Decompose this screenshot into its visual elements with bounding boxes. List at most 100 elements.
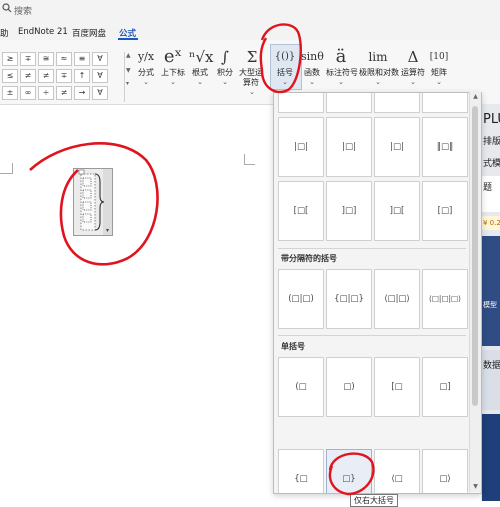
radical-button[interactable]: ⁿ√x 根式 ⌄ — [189, 46, 214, 86]
tab-endnote[interactable]: EndNote 21 — [18, 27, 68, 37]
function-button[interactable]: sinθ 函数 ⌄ — [301, 46, 324, 86]
side-panel-image — [482, 236, 500, 346]
side-panel-image — [482, 414, 500, 501]
radical-icon: ⁿ√x — [189, 48, 214, 66]
matrix-button[interactable]: [10] 矩阵 ⌄ — [429, 46, 449, 86]
bracket-tile[interactable]: [□ — [374, 357, 420, 417]
bracket-tile[interactable]: |□| — [278, 117, 324, 177]
symbol-cell[interactable]: ≠ — [20, 69, 36, 83]
symbol-cell[interactable]: ≡ — [74, 52, 90, 66]
bracket-tile[interactable]: |□| — [374, 117, 420, 177]
symbol-gallery: ≥ ∓ ≅ ≈ ≡ ∀ ≤ ≠ ≠ ∓ ↑ ∀ ± ∞ ÷ ≠ → ∀ — [2, 52, 112, 104]
matrix-icon: [10] — [429, 52, 449, 62]
chevron-down-icon: ⌄ — [436, 78, 442, 86]
chevron-down-icon: ⌄ — [410, 78, 416, 86]
scroll-thumb[interactable] — [472, 106, 478, 406]
bracket-gallery: |□| |□| |□| ‖□‖ [□[ ]□] ]□[ [□] 带分隔符的括号 … — [273, 92, 482, 494]
price-text: ¥ 0.2 — [483, 219, 500, 227]
chevron-down-icon: ⌄ — [143, 78, 149, 86]
tab-help[interactable]: 助 — [0, 27, 9, 39]
bracket-tile[interactable]: [□[ — [278, 181, 324, 241]
margin-mark — [244, 154, 255, 165]
search-icon[interactable] — [2, 3, 12, 13]
chevron-down-icon: ⌄ — [309, 78, 315, 86]
symbol-cell[interactable]: ∀ — [92, 69, 108, 83]
svg-text:▾: ▾ — [106, 227, 109, 234]
title-bar: 搜索 — [0, 0, 500, 20]
symbol-cell[interactable]: ≤ — [2, 69, 18, 83]
bracket-tile[interactable]: ⟨□|□⟩ — [374, 269, 420, 329]
symbol-cell[interactable]: ∓ — [56, 69, 72, 83]
margin-mark — [0, 163, 13, 174]
operator-button[interactable]: Δ 运算符 ⌄ — [400, 46, 426, 86]
fraction-button[interactable]: y/x 分式 ⌄ — [136, 46, 156, 86]
symbol-cell[interactable]: ↑ — [74, 69, 90, 83]
accent-button[interactable]: ä 标注符号 ⌄ — [326, 46, 358, 86]
bracket-tile[interactable] — [422, 93, 468, 113]
side-panel-text: 排版工 — [483, 137, 500, 147]
bracket-tile[interactable]: {□|□} — [326, 269, 372, 329]
integral-button[interactable]: ∫ 积分 ⌄ — [215, 46, 235, 86]
tab-baidu-netdisk[interactable]: 百度网盘 — [72, 27, 106, 39]
symbol-cell[interactable]: ∓ — [20, 52, 36, 66]
large-operator-button[interactable]: Σ 大型运算符 ⌄ — [238, 46, 266, 96]
bracket-icon: {()} — [274, 51, 296, 62]
bracket-button[interactable]: {()} 括号 ⌄ — [271, 46, 299, 86]
search-input[interactable]: 搜索 — [14, 4, 32, 17]
side-panel-text: PLU — [483, 112, 500, 127]
symbol-cell[interactable]: ∞ — [20, 86, 36, 100]
bracket-tile[interactable] — [326, 93, 372, 113]
sigma-icon: Σ — [246, 48, 258, 66]
symbol-cell[interactable]: → — [74, 86, 90, 100]
bracket-tile[interactable]: ⟨□ — [374, 449, 420, 493]
bracket-tile[interactable] — [374, 93, 420, 113]
brace-equation: ▾ — [73, 168, 113, 236]
chevron-down-icon: ⌄ — [249, 88, 255, 96]
section-divider — [278, 248, 466, 249]
symbol-scroll[interactable]: ▲ ▼ ▾ — [124, 52, 133, 102]
script-button[interactable]: eˣ 上下标 ⌄ — [160, 46, 186, 86]
bracket-tile[interactable]: [□] — [422, 181, 468, 241]
limit-log-button[interactable]: lim 极限和对数 ⌄ — [359, 46, 399, 86]
accent-icon: ä — [335, 46, 347, 67]
bracket-tile[interactable] — [278, 93, 324, 113]
symbol-cell[interactable]: ± — [2, 86, 18, 100]
bracket-tile[interactable]: (□ — [278, 357, 324, 417]
symbol-cell[interactable]: ÷ — [38, 86, 54, 100]
bracket-tile[interactable]: ⟨□|□|□⟩ — [422, 269, 468, 329]
bracket-tile[interactable]: (□|□) — [278, 269, 324, 329]
scroll-down-arrow-icon[interactable]: ▼ — [470, 482, 481, 492]
symbol-cell[interactable]: ≅ — [38, 52, 54, 66]
section-header-separator-brackets: 带分隔符的括号 — [281, 254, 337, 263]
symbol-cell[interactable]: ∀ — [92, 52, 108, 66]
bracket-tile[interactable]: ‖□‖ — [422, 117, 468, 177]
fraction-icon: y/x — [137, 50, 155, 63]
chevron-down-icon: ⌄ — [338, 78, 344, 86]
menu-bar: 助 EndNote 21 百度网盘 公式 — [0, 20, 500, 40]
side-panel-text: 模型 — [483, 301, 497, 309]
symbol-cell[interactable]: ∀ — [92, 86, 108, 100]
bracket-tile[interactable]: ]□[ — [374, 181, 420, 241]
scroll-up-arrow-icon[interactable]: ▲ — [470, 92, 481, 102]
symbol-cell[interactable]: ≠ — [38, 69, 54, 83]
bracket-tile-right-brace[interactable]: □} — [326, 449, 372, 493]
bracket-tile[interactable]: □) — [326, 357, 372, 417]
chevron-down-icon: ⌄ — [282, 78, 288, 86]
symbol-cell[interactable]: ≈ — [56, 52, 72, 66]
equation-object[interactable]: ▾ — [73, 168, 113, 236]
limit-icon: lim — [368, 50, 388, 64]
bracket-tile[interactable]: |□| — [326, 117, 372, 177]
section-header-single-brackets: 单括号 — [281, 342, 305, 351]
function-icon: sinθ — [301, 50, 324, 63]
symbol-cell[interactable]: ≥ — [2, 52, 18, 66]
chevron-down-icon: ⌄ — [375, 78, 381, 86]
side-panel-text: 题 — [483, 183, 493, 193]
side-panel-text: 数据 — [483, 361, 500, 371]
bracket-tile[interactable]: ]□] — [326, 181, 372, 241]
gallery-scrollbar[interactable]: ▲ ▼ — [469, 92, 481, 492]
symbol-cell[interactable]: ≠ — [56, 86, 72, 100]
bracket-tile[interactable]: □] — [422, 357, 468, 417]
bracket-tile[interactable]: □⟩ — [422, 449, 468, 493]
delta-icon: Δ — [407, 48, 419, 66]
bracket-tile[interactable]: {□ — [278, 449, 324, 493]
